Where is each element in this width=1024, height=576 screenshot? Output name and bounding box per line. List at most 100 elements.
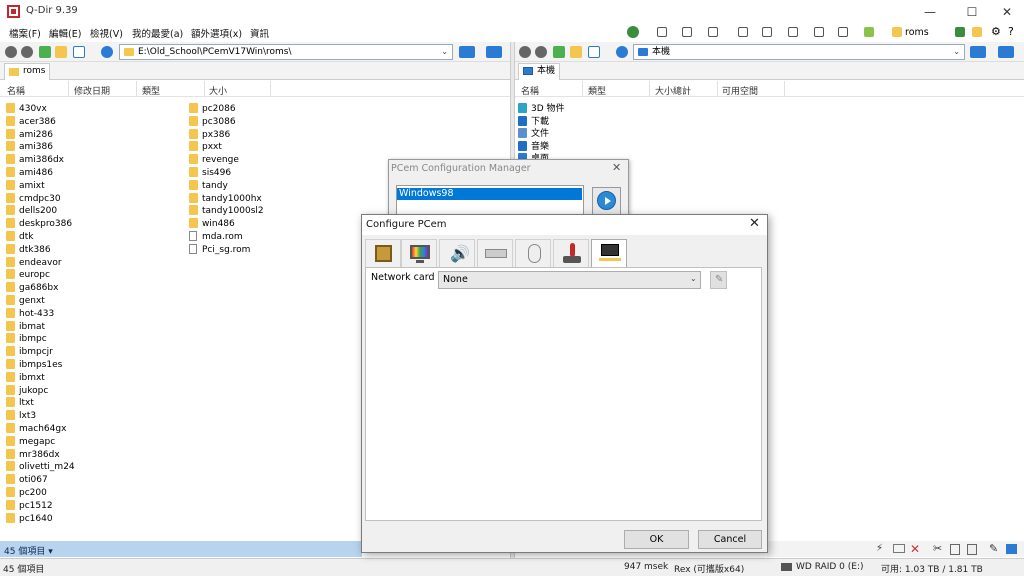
- layout-icon[interactable]: [657, 27, 667, 37]
- folder-item[interactable]: dtk: [6, 231, 33, 244]
- library-item[interactable]: 文件: [518, 128, 549, 141]
- library-item[interactable]: 音樂: [518, 140, 549, 154]
- folder-item[interactable]: 430vx: [6, 103, 47, 116]
- folder-item[interactable]: revenge: [189, 154, 239, 167]
- ok-button[interactable]: OK: [624, 530, 689, 549]
- column-type[interactable]: 類型: [588, 84, 606, 97]
- layout-icon[interactable]: [762, 27, 772, 37]
- folder-item[interactable]: dtk386: [6, 243, 51, 257]
- folder-item[interactable]: mach64gx: [6, 423, 66, 436]
- folder-item[interactable]: acer386: [6, 115, 56, 129]
- folder-item[interactable]: hot-433: [6, 307, 54, 321]
- folder-item[interactable]: genxt: [6, 295, 45, 308]
- tab-network[interactable]: [591, 239, 627, 269]
- mail-icon[interactable]: [893, 544, 905, 553]
- monitor-icon[interactable]: [459, 46, 475, 58]
- file-item[interactable]: Pci_sg.rom: [189, 243, 250, 257]
- column-size[interactable]: 大小: [209, 84, 227, 97]
- minimize-button[interactable]: —: [913, 0, 947, 24]
- layout-icon[interactable]: [788, 27, 798, 37]
- close-button[interactable]: ✕: [990, 0, 1024, 24]
- up-icon[interactable]: [553, 46, 565, 58]
- folder-item[interactable]: europc: [6, 269, 50, 282]
- column-name[interactable]: 名稱: [7, 84, 25, 97]
- star-icon[interactable]: [972, 27, 982, 37]
- folder-item[interactable]: ami286: [6, 128, 53, 142]
- config-manager-close-icon[interactable]: ✕: [612, 161, 621, 174]
- folder-item[interactable]: pxxt: [189, 141, 222, 154]
- pin-icon[interactable]: [955, 27, 965, 37]
- globe-icon[interactable]: [627, 26, 639, 38]
- help-icon[interactable]: ?: [1008, 25, 1014, 38]
- folder-item[interactable]: jukopc: [6, 384, 48, 398]
- network-configure-button[interactable]: ✎: [710, 271, 727, 289]
- tab-this-pc[interactable]: 本機: [518, 63, 560, 80]
- folder-item[interactable]: ibmpc: [6, 333, 47, 346]
- cut-icon[interactable]: ✂: [933, 542, 942, 555]
- view-icon[interactable]: [588, 46, 600, 58]
- play-icon[interactable]: [597, 191, 616, 210]
- network-card-select[interactable]: None: [438, 271, 701, 289]
- settings-icon[interactable]: ⚙: [991, 25, 1001, 38]
- folder-item[interactable]: pc3086: [189, 115, 236, 129]
- lightning-icon[interactable]: ⚡: [876, 543, 883, 554]
- menu-edit[interactable]: 編輯(E): [49, 26, 81, 40]
- folder-icon[interactable]: [892, 27, 902, 37]
- paste-icon[interactable]: [967, 544, 977, 555]
- monitor-icon[interactable]: [970, 46, 986, 58]
- folder-item[interactable]: ami486: [6, 167, 53, 180]
- tab-mouse[interactable]: [515, 239, 551, 267]
- properties-icon[interactable]: [1006, 544, 1017, 554]
- folder-item[interactable]: ami386: [6, 141, 53, 154]
- folder-item[interactable]: ibmpcjr: [6, 346, 53, 359]
- folder-item[interactable]: ibmxt: [6, 371, 45, 385]
- tab-display[interactable]: [401, 239, 437, 267]
- folder-item[interactable]: tandy1000hx: [189, 192, 262, 206]
- menu-file[interactable]: 檔案(F): [9, 26, 41, 40]
- delete-icon[interactable]: ✕: [910, 542, 920, 556]
- folder-item[interactable]: ibmat: [6, 320, 45, 334]
- column-total-size[interactable]: 大小總計: [655, 84, 691, 97]
- layout-icon[interactable]: [838, 27, 848, 37]
- folder-item[interactable]: megapc: [6, 435, 55, 449]
- menu-view[interactable]: 檢視(V): [90, 26, 123, 40]
- forward-icon[interactable]: [21, 46, 33, 58]
- tab-joystick[interactable]: [553, 239, 589, 267]
- config-list-item[interactable]: Windows98: [397, 188, 582, 200]
- refresh-icon[interactable]: [101, 46, 113, 58]
- folder-item[interactable]: olivetti_m24: [6, 461, 75, 474]
- folder-item[interactable]: win486: [189, 218, 235, 231]
- back-icon[interactable]: [519, 46, 531, 58]
- column-free-space[interactable]: 可用空間: [722, 84, 758, 97]
- item-count[interactable]: 45 個項目 ▾: [4, 544, 53, 557]
- folder-item[interactable]: pc2086: [189, 103, 236, 116]
- toolbar-folder-label[interactable]: roms: [905, 27, 929, 38]
- folder-item[interactable]: px386: [189, 128, 230, 142]
- column-modified[interactable]: 修改日期: [74, 84, 110, 97]
- cancel-button[interactable]: Cancel: [698, 530, 762, 549]
- folder-item[interactable]: amixt: [6, 179, 45, 193]
- layout-icon[interactable]: [708, 27, 718, 37]
- maximize-button[interactable]: ☐: [955, 0, 989, 24]
- folder-item[interactable]: ami386dx: [6, 154, 64, 167]
- menu-info[interactable]: 資訊: [250, 26, 269, 40]
- folder-item[interactable]: lxt3: [6, 410, 36, 423]
- file-item[interactable]: mda.rom: [189, 231, 243, 244]
- tab-roms[interactable]: roms: [4, 63, 50, 80]
- library-item[interactable]: 下載: [518, 115, 549, 129]
- chevron-down-icon[interactable]: ⌄: [690, 274, 697, 283]
- new-folder-icon[interactable]: [570, 46, 582, 58]
- tab-sound[interactable]: 🔊: [439, 239, 475, 267]
- back-icon[interactable]: [5, 46, 17, 58]
- folder-item[interactable]: ga686bx: [6, 282, 58, 295]
- view-icon[interactable]: [73, 46, 85, 58]
- folder-item[interactable]: sis496: [189, 167, 231, 180]
- right-address-bar[interactable]: 本機 ⌄: [633, 44, 965, 60]
- refresh-icon[interactable]: [616, 46, 628, 58]
- library-item[interactable]: 3D 物件: [518, 103, 565, 116]
- tree-icon[interactable]: [864, 27, 874, 37]
- menu-favorites[interactable]: 我的最愛(a): [132, 26, 183, 40]
- folder-item[interactable]: oti067: [6, 474, 48, 487]
- folder-item[interactable]: tandy: [189, 179, 228, 193]
- folder-item[interactable]: mr386dx: [6, 448, 60, 462]
